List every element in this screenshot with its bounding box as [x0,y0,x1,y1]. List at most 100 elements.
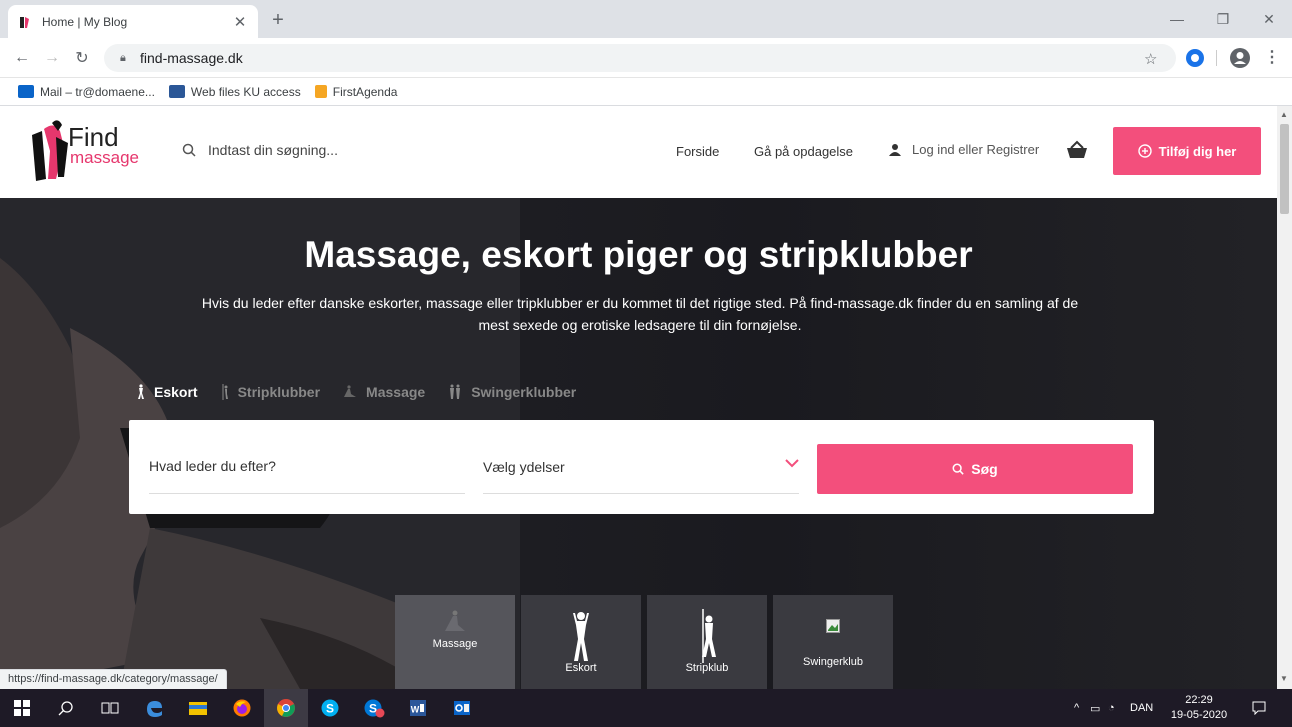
tile-stripklub[interactable]: Stripklub [647,595,767,689]
stripklub-figure-icon [222,384,228,400]
login-label: Log ind eller Registrer [912,142,1040,157]
browser-menu-icon[interactable]: ⋮ [1264,47,1280,67]
bookmark-firstagenda[interactable]: FirstAgenda [314,84,398,99]
massage-figure-icon [445,610,465,631]
nav-explore[interactable]: Gå på opdagelse [754,144,853,159]
what-search-input[interactable]: Hvad leder du efter? [149,444,465,494]
tab-label: Massage [366,384,426,400]
tab-eskort[interactable]: Eskort [136,384,198,400]
hero-subtitle-line: mest sexede og erotiske ledsagere til di… [478,317,802,333]
eskort-figure-icon [573,612,589,661]
services-select-value: Vælg ydelser [483,459,565,475]
site-header: Find massage Indtast din søgning... Fors… [0,106,1277,198]
search-button-label: Søg [971,461,998,477]
scroll-up-icon[interactable]: ▲ [1280,110,1288,119]
reload-icon[interactable]: ↻ [70,46,94,70]
tile-eskort[interactable]: Eskort [521,595,641,689]
add-listing-label: Tilføj dig her [1158,143,1237,159]
notifications-icon[interactable] [1252,689,1266,727]
language-indicator[interactable]: DAN [1130,689,1153,727]
tab-close-icon[interactable]: ✕ [232,13,248,31]
site-favicon-icon [20,16,29,28]
extension-icon[interactable] [1186,49,1204,67]
chrome-icon[interactable] [264,689,308,727]
browser-tab-strip: Home | My Blog ✕ + — ❐ ✕ [0,0,1292,38]
outlook-icon [18,85,34,98]
header-search-input[interactable]: Indtast din søgning... [208,142,338,158]
add-listing-button[interactable]: Tilføj dig her [1113,127,1261,175]
bookmark-mail[interactable]: Mail – tr@domaene... [18,85,155,99]
bookmark-web-files[interactable]: Web files KU access [168,84,301,99]
web-files-icon [168,85,185,98]
forward-icon[interactable]: → [40,46,64,70]
edge-icon[interactable] [132,689,176,727]
status-url-tooltip: https://find-massage.dk/category/massage… [0,669,227,689]
windows-start-icon[interactable] [0,689,44,727]
bookmarks-bar: Mail – tr@domaene... Web files KU access… [0,78,1292,106]
header-search[interactable]: Indtast din søgning... [182,142,338,158]
basket-icon[interactable] [1066,140,1088,160]
browser-tab[interactable]: Home | My Blog ✕ [8,5,258,38]
new-tab-icon[interactable]: + [266,9,290,33]
tab-swingerklubber[interactable]: Swingerklubber [447,384,576,400]
hero-subtitle: Hvis du leder efter danske eskorter, mas… [130,292,1150,336]
page-scrollbar[interactable]: ▲ ▼ [1277,106,1292,689]
tab-label: Swingerklubber [471,384,577,400]
outlook-icon[interactable] [440,689,484,727]
wifi-icon[interactable]: ◔ [1108,689,1115,727]
user-icon [889,143,901,156]
stripklub-figure-icon [702,609,716,663]
profile-avatar-icon[interactable] [1230,48,1250,68]
restore-icon[interactable]: ❐ [1200,0,1246,38]
clock-time: 22:29 [1185,694,1213,706]
search-icon [952,463,964,475]
tile-label: Eskort [565,662,597,674]
tile-label: Swingerklub [803,656,863,668]
firefox-icon[interactable] [220,689,264,727]
tab-massage[interactable]: Massage [342,384,425,400]
massage-figure-icon [344,385,357,397]
minimize-icon[interactable]: — [1154,0,1200,38]
windows-taskbar: S S W ^ ▭ ◔ DAN 22:29 19-05-2020 [0,689,1292,727]
toolbar-separator [1216,50,1217,66]
eskort-figure-icon [138,384,144,399]
svg-text:S: S [326,702,334,716]
bookmark-star-icon[interactable]: ☆ [1144,50,1157,68]
search-submit-button[interactable]: Søg [817,444,1133,494]
url-text: find-massage.dk [140,50,243,66]
bookmark-label: Web files KU access [190,84,301,99]
url-bar[interactable]: 🔒︎ find-massage.dk [104,44,1176,72]
firstagenda-icon [314,85,327,98]
tab-label: Stripklubber [237,384,321,400]
scroll-thumb[interactable] [1280,124,1289,214]
nav-forside[interactable]: Forside [676,144,719,159]
chevron-down-icon [785,459,799,468]
task-view-icon[interactable] [88,689,132,727]
scroll-down-icon[interactable]: ▼ [1280,674,1288,683]
services-select[interactable]: Vælg ydelser [483,444,799,494]
plus-circle-icon [1137,144,1152,158]
broken-image-icon [826,619,840,633]
login-register-link[interactable]: Log ind eller Registrer [888,142,1039,157]
word-icon[interactable]: W [396,689,440,727]
hero-title: Massage, eskort piger og stripklubber [304,234,973,275]
svg-text:W: W [411,705,420,715]
tab-stripklubber[interactable]: Stripklubber [220,384,320,400]
tile-label: Stripklub [685,662,729,674]
skype-business-icon[interactable]: S [352,689,396,727]
tray-chevron-icon[interactable]: ^ [1074,689,1079,727]
search-icon[interactable] [44,689,88,727]
back-icon[interactable]: ← [10,46,34,70]
close-window-icon[interactable]: ✕ [1246,0,1292,38]
system-clock[interactable]: 22:29 19-05-2020 [1168,693,1230,723]
search-icon [182,143,196,157]
bookmark-label: FirstAgenda [332,84,398,99]
hero-subtitle-line: Hvis du leder efter danske eskorter, mas… [201,295,1079,311]
file-explorer-icon[interactable] [176,689,220,727]
page-viewport: Find massage Indtast din søgning... Fors… [0,106,1277,689]
tile-massage[interactable]: Massage [395,595,515,689]
skype-icon[interactable]: S [308,689,352,727]
tile-swingerklub[interactable]: Swingerklub [773,595,893,689]
bookmark-label: Mail – tr@domaene... [40,84,155,99]
network-icon[interactable]: ▭ [1090,689,1100,727]
